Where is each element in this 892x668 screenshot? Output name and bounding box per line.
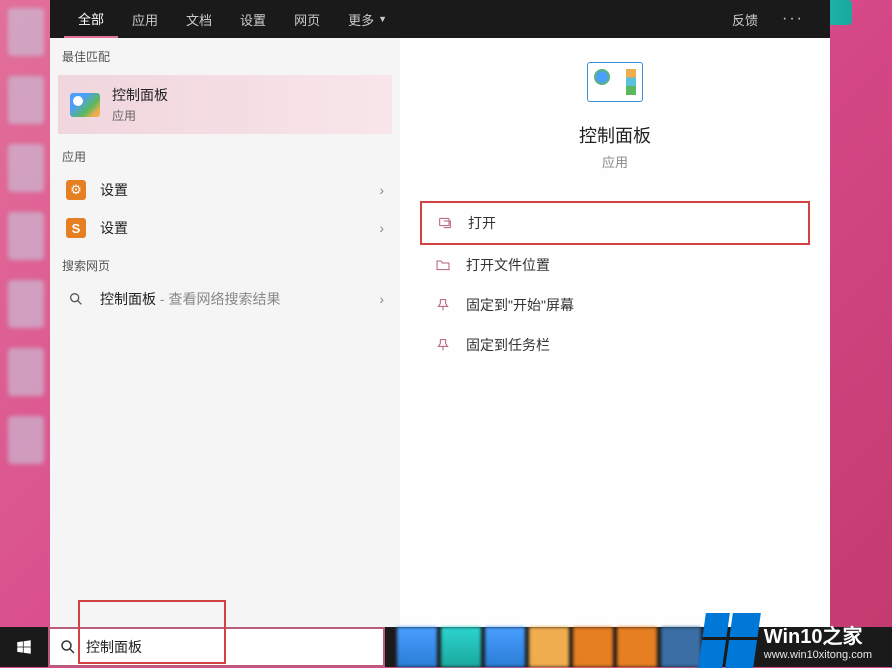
watermark-url: www.win10xitong.com xyxy=(764,649,872,661)
watermark-text: Win10之家 www.win10xitong.com xyxy=(764,620,872,661)
section-apps: 应用 xyxy=(50,138,400,171)
desktop-icon[interactable] xyxy=(8,416,44,464)
control-panel-icon xyxy=(70,93,100,117)
taskbar-app[interactable] xyxy=(661,627,701,667)
details-header: 控制面板 应用 xyxy=(420,62,810,171)
pin-icon xyxy=(434,296,452,314)
web-search-term: 控制面板 xyxy=(100,291,156,307)
desktop-icon[interactable] xyxy=(8,8,44,56)
chevron-down-icon: ▼ xyxy=(378,14,387,24)
tab-all[interactable]: 全部 xyxy=(64,0,118,38)
taskbar-app[interactable] xyxy=(529,627,569,667)
pin-icon xyxy=(434,336,452,354)
desktop-icon[interactable] xyxy=(8,144,44,192)
tab-settings[interactable]: 设置 xyxy=(226,0,280,38)
search-results-popup: 全部 应用 文档 设置 网页 更多 ▼ 反馈 ··· 最佳匹配 控制面板 应用 … xyxy=(50,0,830,627)
action-pin-taskbar[interactable]: 固定到任务栏 xyxy=(420,325,810,365)
search-input[interactable] xyxy=(86,629,383,665)
desktop-icon[interactable] xyxy=(8,348,44,396)
search-content: 最佳匹配 控制面板 应用 应用 ⚙ 设置 › S 设置 › 搜索网页 xyxy=(50,38,830,627)
open-icon xyxy=(436,214,454,232)
watermark-title: Win10之家 xyxy=(764,620,872,649)
best-match-text: 控制面板 应用 xyxy=(112,85,380,124)
chevron-right-icon: › xyxy=(379,291,384,307)
taskbar-app[interactable] xyxy=(617,627,657,667)
tab-docs[interactable]: 文档 xyxy=(172,0,226,38)
web-search-item[interactable]: 控制面板 - 查看网络搜索结果 › xyxy=(50,280,400,318)
taskbar-app[interactable] xyxy=(441,627,481,667)
feedback-button[interactable]: 反馈 xyxy=(720,0,770,38)
action-open-location[interactable]: 打开文件位置 xyxy=(420,245,810,285)
tab-more-label: 更多 xyxy=(348,10,374,29)
app-result-item[interactable]: S 设置 › xyxy=(50,209,400,247)
action-pin-start[interactable]: 固定到"开始"屏幕 xyxy=(420,285,810,325)
action-label: 固定到"开始"屏幕 xyxy=(466,295,574,315)
list-item-label: 设置 xyxy=(100,218,379,238)
action-label: 固定到任务栏 xyxy=(466,335,550,355)
tab-apps[interactable]: 应用 xyxy=(118,0,172,38)
tab-web[interactable]: 网页 xyxy=(280,0,334,38)
desktop-icon[interactable] xyxy=(8,76,44,124)
web-search-suffix: - 查看网络搜索结果 xyxy=(156,291,280,307)
details-subtitle: 应用 xyxy=(602,152,628,171)
search-tabs: 全部 应用 文档 设置 网页 更多 ▼ 反馈 ··· xyxy=(50,0,830,38)
search-icon xyxy=(50,638,86,656)
start-button[interactable] xyxy=(0,627,48,667)
chevron-right-icon: › xyxy=(379,182,384,198)
action-label: 打开文件位置 xyxy=(466,255,550,275)
details-title: 控制面板 xyxy=(579,122,651,148)
taskbar-app[interactable] xyxy=(485,627,525,667)
taskbar-items xyxy=(397,627,701,667)
action-label: 打开 xyxy=(468,213,496,233)
chevron-right-icon: › xyxy=(379,220,384,236)
settings-s-icon: S xyxy=(66,218,86,238)
windows-icon xyxy=(15,638,33,656)
list-item-label: 设置 xyxy=(100,180,379,200)
more-options-button[interactable]: ··· xyxy=(770,0,816,38)
windows-logo-icon xyxy=(702,613,756,667)
section-best-match: 最佳匹配 xyxy=(50,38,400,71)
desktop-icons-column xyxy=(8,8,46,484)
details-panel: 控制面板 应用 打开 打开文件位置 固定到"开始"屏幕 xyxy=(400,38,830,627)
section-search-web: 搜索网页 xyxy=(50,247,400,280)
control-panel-icon xyxy=(587,62,643,102)
folder-icon xyxy=(434,256,452,274)
watermark: Win10之家 www.win10xitong.com xyxy=(702,613,872,667)
taskbar-app[interactable] xyxy=(397,627,437,667)
tab-more[interactable]: 更多 ▼ xyxy=(334,0,401,38)
best-match-item[interactable]: 控制面板 应用 xyxy=(58,75,392,134)
taskbar-search-box[interactable] xyxy=(48,627,385,667)
taskbar-app[interactable] xyxy=(573,627,613,667)
search-icon xyxy=(66,289,86,309)
action-open[interactable]: 打开 xyxy=(420,201,810,245)
gear-icon: ⚙ xyxy=(66,180,86,200)
best-match-title: 控制面板 xyxy=(112,85,380,105)
best-match-subtitle: 应用 xyxy=(112,107,380,124)
list-item-label: 控制面板 - 查看网络搜索结果 xyxy=(100,289,379,309)
desktop-icon[interactable] xyxy=(8,212,44,260)
desktop-icon[interactable] xyxy=(8,280,44,328)
results-list: 最佳匹配 控制面板 应用 应用 ⚙ 设置 › S 设置 › 搜索网页 xyxy=(50,38,400,627)
app-result-item[interactable]: ⚙ 设置 › xyxy=(50,171,400,209)
